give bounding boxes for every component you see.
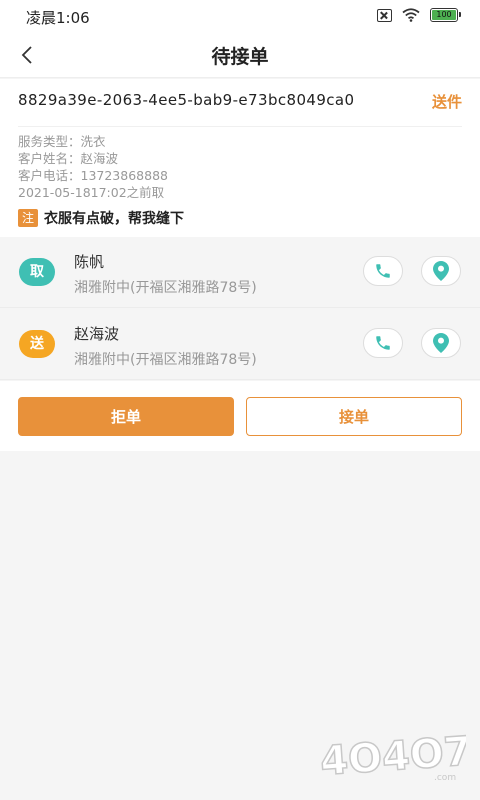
battery-icon: 100 [430, 8, 461, 22]
sim-off-icon [377, 8, 392, 22]
location-pin-icon [433, 333, 449, 353]
status-bar: 凌晨1:06 100 [0, 0, 480, 32]
location-pin-icon [433, 261, 449, 281]
pickup-time: 2021-05-1817:02之前取 [18, 185, 165, 200]
phone-icon [376, 336, 390, 350]
location-button[interactable] [421, 328, 461, 358]
navbar: 待接单 [0, 32, 480, 78]
order-note: 注 衣服有点破，帮我缝下 [18, 208, 184, 228]
order-type-label: 送件 [431, 93, 462, 111]
call-button[interactable] [363, 256, 403, 286]
accept-button[interactable]: 接单 [246, 397, 462, 436]
customer-phone: 客户电话：13723868888 [18, 168, 168, 183]
order-card: 8829a39e-2063-4ee5-bab9-e73bc8049ca0 送件 … [0, 79, 480, 237]
pickup-contact-row: 取 陈帆 湘雅附中(开福区湘雅路78号) [0, 237, 480, 308]
status-time: 凌晨1:06 [26, 9, 90, 27]
order-id: 8829a39e-2063-4ee5-bab9-e73bc8049ca0 [18, 91, 355, 109]
delivery-contact-row: 送 赵海波 湘雅附中(开福区湘雅路78号) [0, 309, 480, 380]
customer-name: 客户姓名：赵海波 [18, 151, 119, 166]
contact-address: 湘雅附中(开福区湘雅路78号) [74, 352, 257, 368]
action-buttons: 拒单 接单 [0, 381, 480, 451]
svg-text:.com: .com [434, 773, 456, 783]
note-badge: 注 [18, 209, 38, 227]
contact-name: 陈帆 [74, 253, 105, 271]
note-text: 衣服有点破，帮我缝下 [44, 211, 184, 227]
call-button[interactable] [363, 328, 403, 358]
phone-icon [376, 264, 390, 278]
delivery-badge: 送 [19, 330, 55, 358]
order-id-row: 8829a39e-2063-4ee5-bab9-e73bc8049ca0 送件 [18, 91, 462, 127]
reject-button[interactable]: 拒单 [18, 397, 234, 436]
order-info: 服务类型：洗衣 客户姓名：赵海波 客户电话：13723868888 2021-0… [18, 133, 168, 201]
wifi-icon [402, 8, 420, 22]
pickup-badge: 取 [19, 258, 55, 286]
contact-name: 赵海波 [74, 325, 120, 343]
contact-address: 湘雅附中(开福区湘雅路78号) [74, 280, 257, 296]
location-button[interactable] [421, 256, 461, 286]
page-title: 待接单 [211, 46, 269, 68]
watermark-logo: 4O4O7 .com [318, 728, 466, 784]
battery-level: 100 [432, 10, 456, 20]
service-type: 服务类型：洗衣 [18, 134, 106, 149]
status-icons: 100 [377, 8, 461, 22]
